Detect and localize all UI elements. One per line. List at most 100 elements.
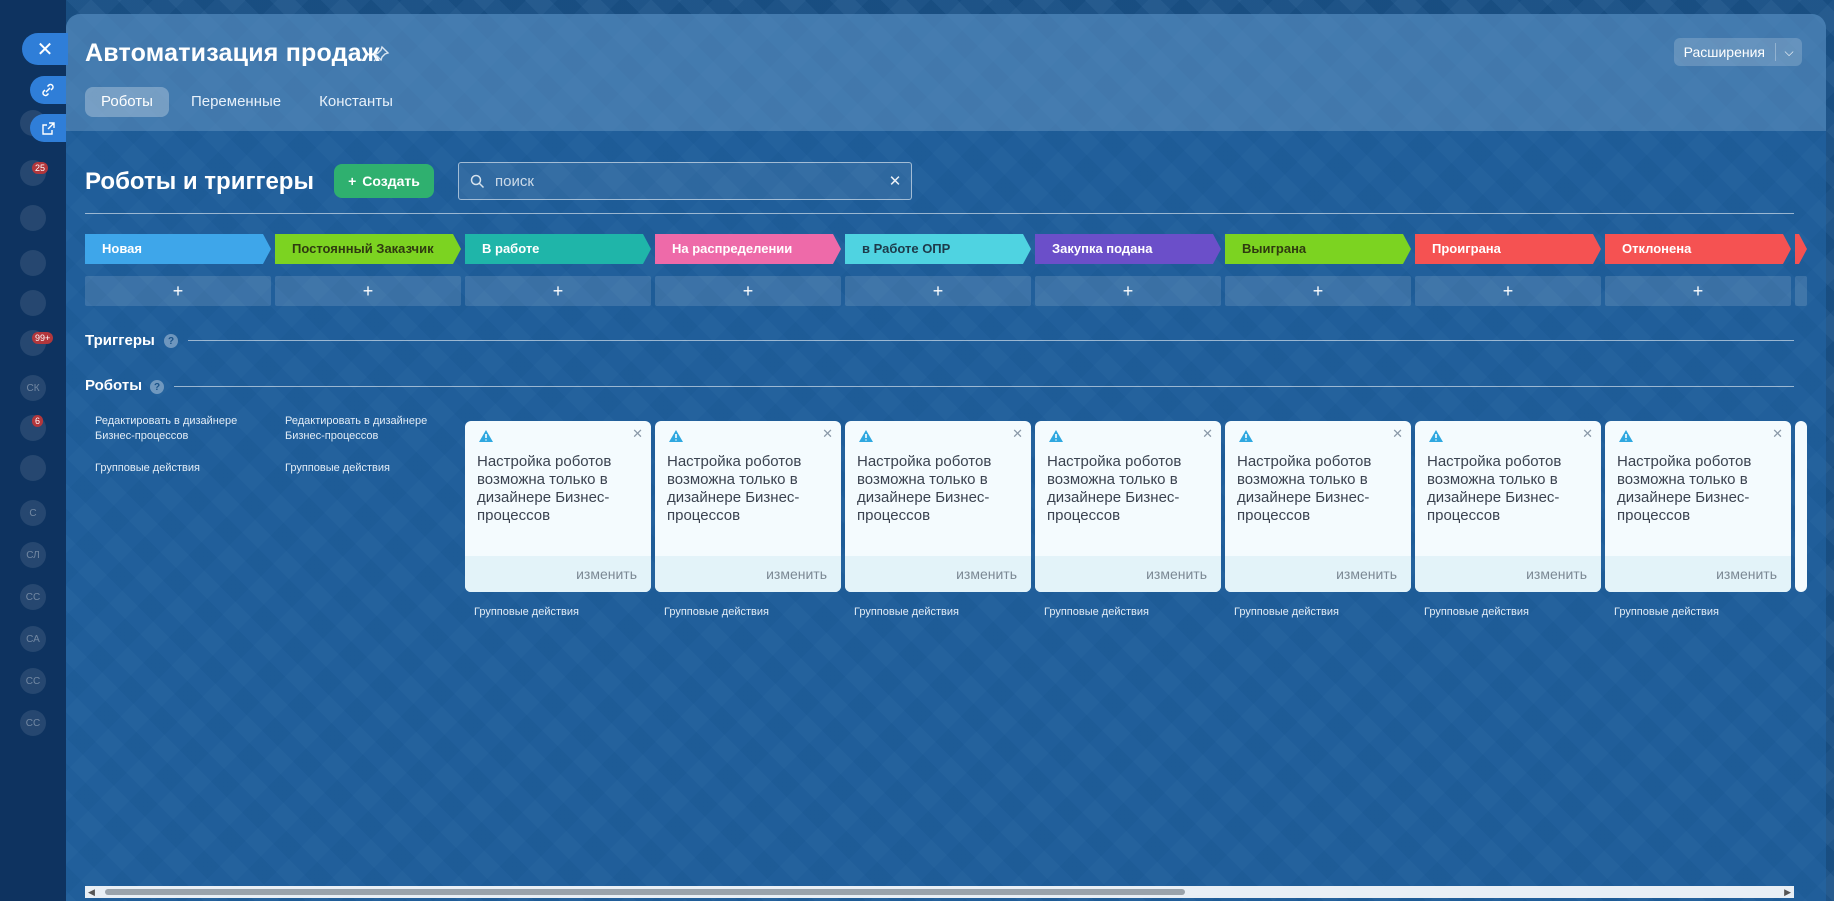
stage-header[interactable]: Проиграна [1415,234,1601,264]
tab-robots[interactable]: Роботы [85,87,169,117]
open-new-window-button[interactable] [30,114,66,142]
extensions-button[interactable]: Расширения ⌵ [1673,38,1802,66]
robot-card[interactable]: ✕ Настройка роботов возможна только в ди… [1035,421,1221,592]
edit-in-designer-link[interactable]: Редактировать в дизайнере Бизнес-процесс… [285,414,435,444]
add-trigger-button[interactable]: + [1605,276,1791,306]
group-actions-link[interactable]: Групповые действия [664,606,769,618]
group-actions-link[interactable]: Групповые действия [95,461,200,476]
tabs: Роботы Переменные Константы [85,87,409,117]
chevron-down-icon: ⌵ [1784,44,1794,59]
sidebar-avatar[interactable]: СС [20,710,46,736]
tab-constants[interactable]: Константы [303,87,409,117]
sidebar-badge: 6 [32,415,44,427]
robot-card-edit-link[interactable]: изменить [465,556,651,592]
robot-card-text: Настройка роботов возможна только в диза… [1237,453,1372,524]
automation-panel: Автоматизация продаж Расширения ⌵ Роботы… [66,14,1826,901]
robot-card[interactable]: ✕ Настройка роботов возможна только в ди… [1605,421,1791,592]
external-link-icon [41,121,55,135]
sidebar-docs-icon[interactable] [20,455,46,481]
add-trigger-button[interactable]: + [275,276,461,306]
robot-card[interactable]: ✕ Настройка роботов возможна только в ди… [655,421,841,592]
sidebar-drive-icon[interactable] [20,290,46,316]
sidebar-avatar[interactable]: СС [20,584,46,610]
group-actions-link[interactable]: Групповые действия [285,461,390,476]
stage-header[interactable]: Новая [85,234,271,264]
warning-icon [669,430,683,442]
robot-card-edit-link[interactable]: изменить [845,556,1031,592]
add-trigger-button[interactable]: + [465,276,651,306]
group-actions-link[interactable]: Групповые действия [1614,606,1719,618]
robot-card-text: Настройка роботов возможна только в диза… [667,453,802,524]
help-icon[interactable]: ? [164,334,178,348]
copy-link-button[interactable] [30,76,66,104]
stage-header-partial [1795,234,1807,264]
stage-header[interactable]: В работе [465,234,651,264]
help-icon[interactable]: ? [150,380,164,394]
tab-variables[interactable]: Переменные [175,87,297,117]
scrollbar-thumb[interactable] [105,889,1185,895]
divider [174,386,1794,387]
robot-card-edit-link[interactable]: изменить [1035,556,1221,592]
close-icon[interactable]: ✕ [632,426,643,442]
robot-card-edit-link[interactable]: изменить [1225,556,1411,592]
group-actions-link[interactable]: Групповые действия [854,606,959,618]
sidebar-avatar[interactable]: СА [20,626,46,652]
close-panel-button[interactable]: ✕ [22,33,68,65]
sidebar-avatar[interactable]: СС [20,668,46,694]
close-icon[interactable]: ✕ [1772,426,1783,442]
stage-header[interactable]: Закупка подана [1035,234,1221,264]
add-trigger-button[interactable]: + [85,276,271,306]
robot-card-edit-link[interactable]: изменить [655,556,841,592]
search-input[interactable] [495,172,879,190]
stage-header[interactable]: Отклонена [1605,234,1791,264]
scroll-right-icon[interactable]: ▶ [1784,886,1791,898]
add-trigger-button[interactable]: + [655,276,841,306]
close-icon[interactable]: ✕ [1582,426,1593,442]
close-icon[interactable]: ✕ [822,426,833,442]
add-trigger-button[interactable]: + [845,276,1031,306]
stage-header[interactable]: Выиграна [1225,234,1411,264]
sidebar-avatar[interactable]: С [20,500,46,526]
robot-card-edit-link[interactable]: изменить [1605,556,1791,592]
robot-card-text: Настройка роботов возможна только в диза… [1617,453,1752,524]
link-icon [42,83,54,97]
sidebar-badge: 99+ [32,332,54,344]
group-actions-link[interactable]: Групповые действия [474,606,579,618]
edit-in-designer-link[interactable]: Редактировать в дизайнере Бизнес-процесс… [95,414,245,444]
close-icon[interactable]: ✕ [1202,426,1213,442]
close-icon[interactable]: ✕ [1392,426,1403,442]
page-title: Автоматизация продаж [85,39,380,67]
panel-header: Автоматизация продаж Расширения ⌵ Роботы… [66,14,1826,131]
close-icon[interactable]: ✕ [1012,426,1023,442]
stage-header[interactable]: в Работе ОПР [845,234,1031,264]
warning-icon [1049,430,1063,442]
sidebar-hexagon-icon[interactable] [20,205,46,231]
robots-title: Роботы [85,377,143,394]
horizontal-scrollbar[interactable]: ◀ ▶ [85,886,1794,898]
stage-header[interactable]: Постоянный Заказчик [275,234,461,264]
robot-card[interactable]: ✕ Настройка роботов возможна только в ди… [845,421,1031,592]
group-actions-link[interactable]: Групповые действия [1424,606,1529,618]
sidebar-avatar[interactable]: СК [20,375,46,401]
group-actions-link[interactable]: Групповые действия [1234,606,1339,618]
robot-card-edit-link[interactable]: изменить [1415,556,1601,592]
extensions-label: Расширения [1684,43,1776,61]
robot-card-text: Настройка роботов возможна только в диза… [1427,453,1562,524]
stage-header[interactable]: На распределении [655,234,841,264]
scroll-left-icon[interactable]: ◀ [88,886,95,898]
group-actions-link[interactable]: Групповые действия [1044,606,1149,618]
pin-icon[interactable] [372,45,390,63]
robot-card[interactable]: ✕ Настройка роботов возможна только в ди… [1415,421,1601,592]
create-button[interactable]: + Создать [334,164,434,198]
add-trigger-button-partial [1795,276,1807,306]
add-trigger-button[interactable]: + [1035,276,1221,306]
stage-row: Новая Постоянный Заказчик В работе На ра… [85,234,1826,324]
add-trigger-button[interactable]: + [1415,276,1601,306]
clear-icon[interactable]: ✕ [879,172,911,190]
robot-card-text: Настройка роботов возможна только в диза… [1047,453,1182,524]
add-trigger-button[interactable]: + [1225,276,1411,306]
robot-card[interactable]: ✕ Настройка роботов возможна только в ди… [1225,421,1411,592]
sidebar-calendar-icon[interactable] [20,250,46,276]
robot-card[interactable]: ✕ Настройка роботов возможна только в ди… [465,421,651,592]
sidebar-avatar[interactable]: СЛ [20,542,46,568]
